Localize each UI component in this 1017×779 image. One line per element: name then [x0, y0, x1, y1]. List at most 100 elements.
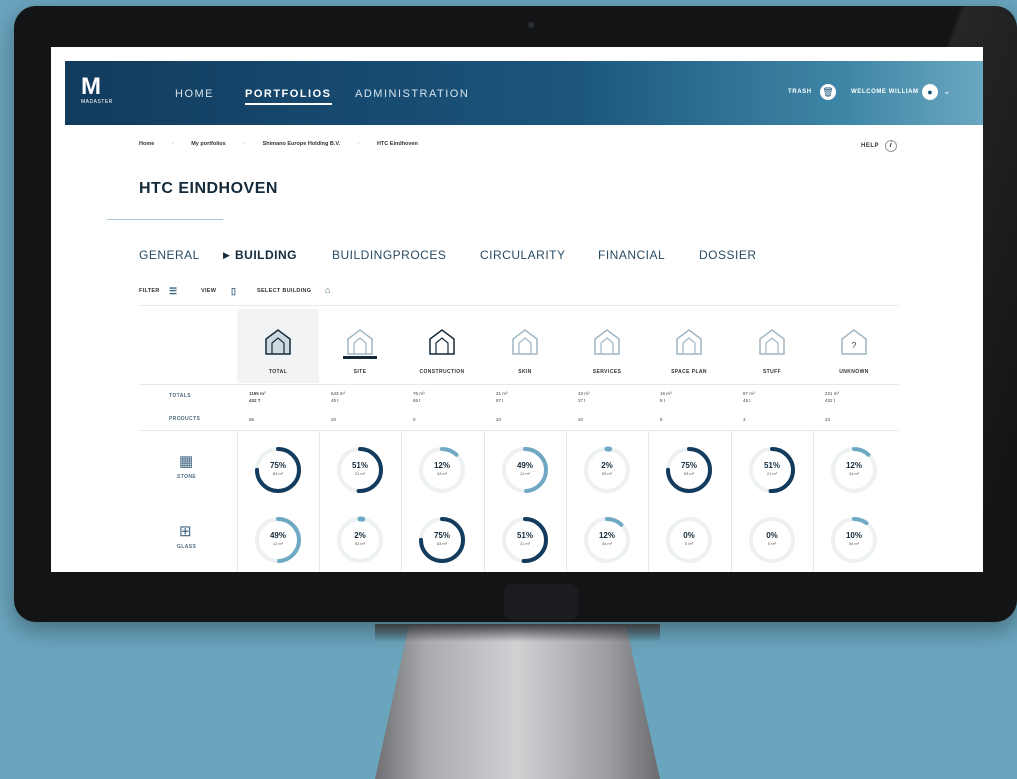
tab-dossier[interactable]: DOSSIER: [699, 248, 757, 262]
view-document-icon[interactable]: ▯: [231, 286, 236, 297]
breadcrumb-home[interactable]: Home: [139, 141, 154, 147]
column-label-site[interactable]: SITE: [320, 369, 400, 375]
chevron-down-icon[interactable]: ⌄: [943, 86, 951, 97]
brick-icon: ▦: [179, 453, 194, 470]
donut-chart[interactable]: 10% 54 m³: [828, 514, 880, 566]
title-divider: [107, 219, 223, 220]
totals-cell: 643 m³ 45 t: [331, 390, 345, 404]
breadcrumb-portfolios[interactable]: My portfolios: [191, 141, 226, 147]
nav-portfolios[interactable]: PORTFOLIOS: [245, 88, 332, 105]
donut-volume: 34 m³: [601, 541, 613, 546]
donut-chart[interactable]: 75% 83 m³: [416, 514, 468, 566]
breadcrumb-holding[interactable]: Shimano Europe Holding B.V.: [263, 141, 340, 147]
help-button[interactable]: HELP i: [861, 140, 898, 152]
tab-circularity[interactable]: CIRCULARITY: [480, 248, 566, 262]
column-label-services[interactable]: SERVICES: [567, 369, 647, 375]
donut-chart[interactable]: 12% 34 m³: [416, 444, 468, 496]
construction-house-icon[interactable]: [427, 328, 457, 356]
filter-label[interactable]: FILTER: [139, 288, 160, 294]
donut-chart[interactable]: 12% 34 m³: [828, 444, 880, 496]
madaster-logo[interactable]: M MADASTER: [81, 75, 113, 106]
donut-chart[interactable]: 12% 34 m³: [581, 514, 633, 566]
donut-percentage: 51%: [351, 461, 368, 470]
site-house-icon[interactable]: [345, 328, 375, 356]
donut-volume: 83 m³: [436, 541, 448, 546]
donut-chart[interactable]: 51% 21 m³: [499, 514, 551, 566]
tab-building[interactable]: BUILDING: [235, 248, 297, 262]
donut-percentage: 0%: [683, 531, 695, 540]
space-plan-house-icon[interactable]: [674, 328, 704, 356]
donut-chart[interactable]: 0% 0 m³: [663, 514, 715, 566]
donut-ring: [584, 517, 630, 563]
filter-sliders-icon[interactable]: ☰: [169, 286, 177, 297]
donut-chart[interactable]: 75% 83 m³: [663, 444, 715, 496]
donut-percentage: 12%: [598, 531, 615, 540]
totals-cell: 76 m³ 65 t: [413, 390, 425, 404]
building-crane-icon[interactable]: ⌂: [325, 285, 331, 295]
stand-shadow: [375, 624, 660, 642]
tab-general[interactable]: GENERAL: [139, 248, 200, 262]
donut-chart[interactable]: 2% 53 m³: [581, 444, 633, 496]
donut-percentage: 0%: [766, 531, 778, 540]
totals-weight: 432 t: [825, 398, 836, 403]
products-cell: 0: [413, 417, 416, 422]
skin-house-icon[interactable]: [510, 328, 540, 356]
welcome-user[interactable]: WELCOME WILLIAM: [851, 89, 919, 95]
donut-track: [584, 447, 630, 493]
donut-chart[interactable]: 2% 53 m³: [334, 514, 386, 566]
donut-percentage: 49%: [269, 531, 286, 540]
donut-chart[interactable]: 0% 0 m³: [746, 514, 798, 566]
nav-home[interactable]: HOME: [175, 88, 214, 100]
column-divider: [484, 430, 485, 572]
donut-chart[interactable]: 51% 21 m³: [334, 444, 386, 496]
donut-ring: [337, 447, 383, 493]
donut-chart[interactable]: 51% 21 m³: [746, 444, 798, 496]
stuff-house-icon[interactable]: [757, 328, 787, 356]
header-divider: [139, 384, 899, 385]
donut-ring: [502, 447, 548, 493]
total-house-icon[interactable]: [263, 328, 293, 356]
donut-ring: [502, 517, 548, 563]
donut-volume: 21 m³: [519, 541, 531, 546]
totals-weight: 65 t: [413, 398, 421, 403]
totals-volume: 21 m³: [496, 391, 508, 396]
column-label-skin[interactable]: SKIN: [485, 369, 565, 375]
trash-icon[interactable]: 🗑: [820, 84, 836, 100]
donut-percentage: 75%: [433, 531, 450, 540]
tab-financial[interactable]: FINANCIAL: [598, 248, 665, 262]
donut-volume: 34 m³: [848, 471, 860, 476]
avatar-icon[interactable]: ●: [922, 84, 938, 100]
totals-cell: 21 m³ 87 t: [496, 390, 508, 404]
services-house-icon[interactable]: [592, 328, 622, 356]
breadcrumb: Home › My portfolios › Shimano Europe Ho…: [139, 141, 434, 147]
donut-chart[interactable]: 49% 12 m³: [252, 514, 304, 566]
totals-volume: 43 m³: [578, 391, 590, 396]
unknown-house-icon[interactable]: ?: [839, 328, 869, 356]
column-label-stuff[interactable]: STUFF: [732, 369, 812, 375]
donut-chart[interactable]: 49% 12 m³: [499, 444, 551, 496]
column-label-unknown[interactable]: UNKNOWN: [814, 369, 894, 375]
material-label-stone: STONE: [177, 474, 197, 480]
select-building-label[interactable]: SELECT BUILDING: [257, 288, 311, 294]
trash-link[interactable]: TRASH: [788, 89, 812, 95]
donut-volume: 83 m³: [272, 471, 284, 476]
nav-administration[interactable]: ADMINISTRATION: [355, 88, 469, 100]
totals-cell: 221 m³ 432 t: [825, 390, 839, 404]
totals-weight: 432 T: [249, 398, 261, 403]
active-tab-arrow-icon: ▶: [223, 250, 231, 260]
breadcrumb-separator: ›: [171, 141, 174, 147]
column-label-total[interactable]: TOTAL: [238, 369, 318, 375]
column-label-construction[interactable]: CONSTRUCTION: [402, 369, 482, 375]
donut-volume: 0 m³: [768, 541, 776, 546]
totals-row-label: TOTALS: [169, 393, 191, 399]
column-divider: [731, 430, 732, 572]
totals-cell: 87 m³ 45 t: [743, 390, 755, 404]
donut-chart[interactable]: 75% 83 m³: [252, 444, 304, 496]
top-navigation-bar: M MADASTER HOME PORTFOLIOS ADMINISTRATIO…: [65, 61, 983, 125]
donut-track: [749, 517, 795, 563]
tab-buildingproces[interactable]: BUILDINGPROCES: [332, 248, 446, 262]
view-label[interactable]: VIEW: [201, 288, 216, 294]
column-label-space-plan[interactable]: SPACE PLAN: [649, 369, 729, 375]
products-cell: 3: [743, 417, 746, 422]
donut-ring: [255, 517, 301, 563]
